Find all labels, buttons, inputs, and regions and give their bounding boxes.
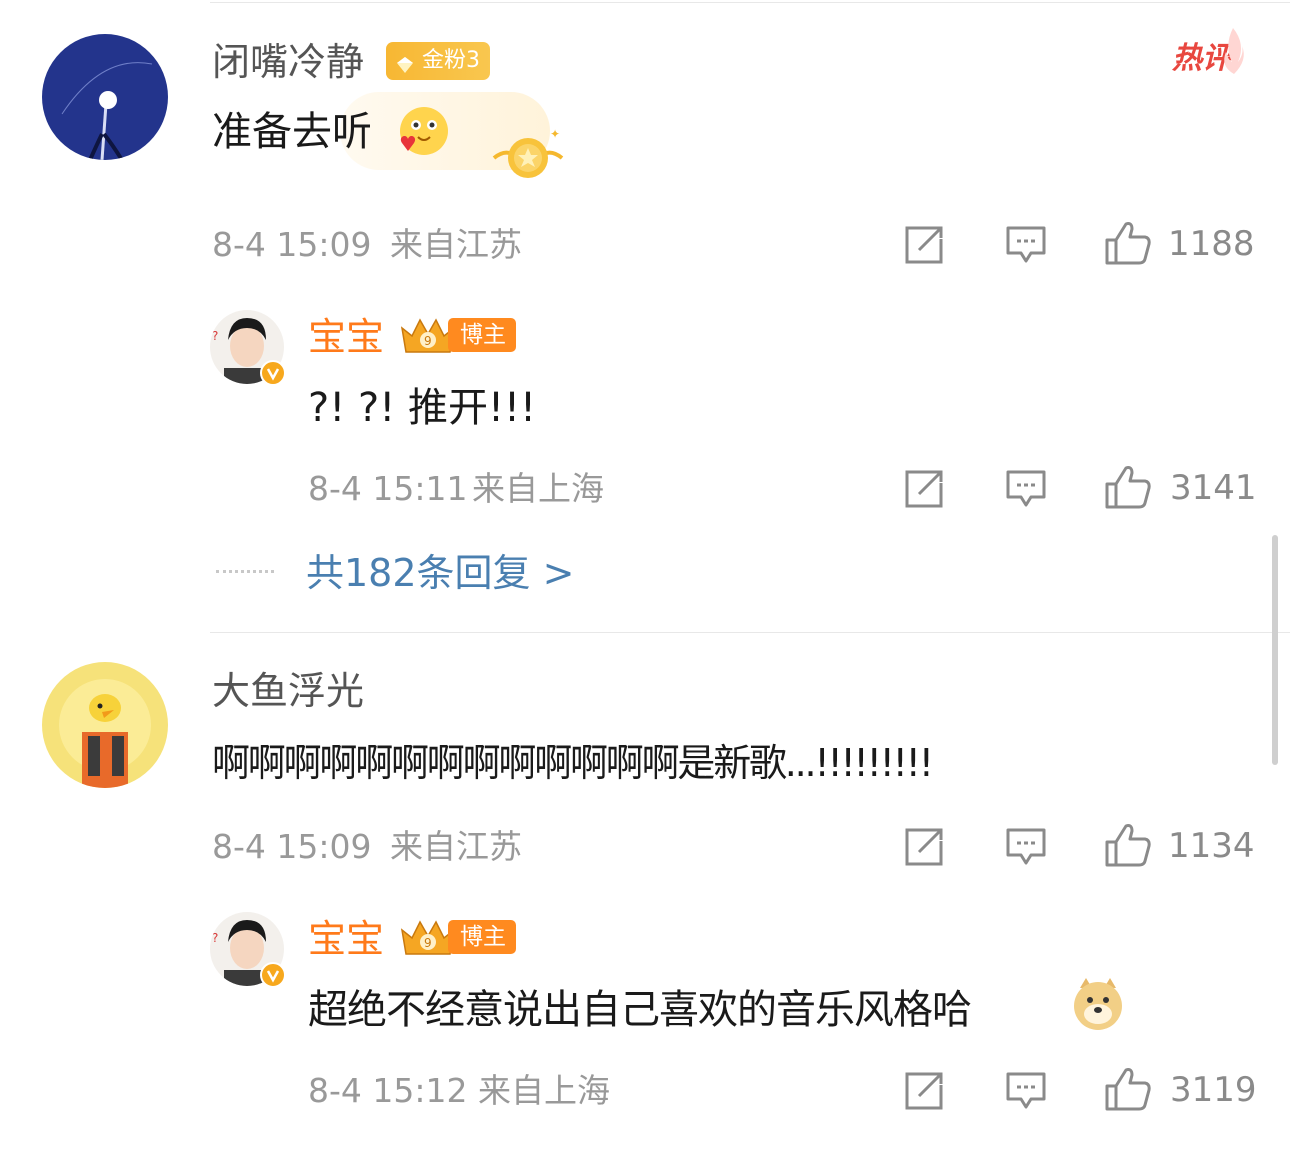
blogger-badge: 博主: [448, 920, 516, 954]
reply-location: 来自上海: [472, 469, 604, 508]
like-icon[interactable]: [1104, 220, 1152, 266]
like-icon[interactable]: [1104, 464, 1152, 510]
comment-text: 啊啊啊啊啊啊啊啊啊啊啊啊啊是新歌...!!!!!!!!!: [212, 741, 934, 785]
reply-location: 来自上海: [478, 1071, 610, 1110]
reply-time: 8-4 15:11: [308, 469, 468, 508]
badge-label: 金粉3: [422, 48, 480, 73]
comment-icon[interactable]: [1005, 827, 1047, 867]
username[interactable]: 闭嘴冷静: [212, 43, 364, 81]
svg-text:9: 9: [424, 936, 432, 950]
repost-icon[interactable]: [903, 225, 945, 265]
repost-icon[interactable]: [903, 469, 945, 509]
comment-location: 来自江苏: [390, 827, 522, 866]
like-count: 3141: [1170, 468, 1257, 508]
diamond-icon: [395, 50, 415, 73]
star-medal-icon: ✦: [492, 128, 564, 178]
comment-icon[interactable]: [1005, 225, 1047, 265]
like-icon[interactable]: [1104, 822, 1152, 868]
username[interactable]: 宝宝: [308, 920, 384, 958]
like-count: 3119: [1170, 1070, 1257, 1110]
comment-icon[interactable]: [1005, 469, 1047, 509]
comment-divider: [210, 632, 1290, 633]
top-divider: [210, 2, 1290, 3]
view-replies-link[interactable]: 共182条回复 >: [306, 554, 574, 592]
flame-icon: [1224, 28, 1244, 74]
verified-icon: [260, 360, 286, 386]
comment-text: 准备去听: [212, 109, 372, 155]
username[interactable]: 大鱼浮光: [212, 672, 364, 710]
like-count: 1134: [1168, 826, 1255, 866]
repost-icon[interactable]: [903, 1071, 945, 1111]
dotted-leader: [216, 570, 274, 573]
username[interactable]: 宝宝: [308, 318, 384, 356]
love-emoji-icon: [400, 107, 448, 155]
scrollbar[interactable]: [1272, 535, 1278, 765]
fan-level-badge[interactable]: 金粉3: [386, 42, 490, 80]
doge-emoji-icon: [1074, 978, 1122, 1030]
repost-icon[interactable]: [903, 827, 945, 867]
like-icon[interactable]: [1104, 1066, 1152, 1112]
svg-text:9: 9: [424, 334, 432, 348]
comment-icon[interactable]: [1005, 1071, 1047, 1111]
svg-text:?: ?: [212, 931, 218, 945]
svg-text:✦: ✦: [550, 128, 560, 141]
comment-time: 8-4 15:09: [212, 827, 372, 866]
svg-text:?: ?: [212, 329, 218, 343]
like-count: 1188: [1168, 224, 1255, 264]
blogger-badge: 博主: [448, 318, 516, 352]
verified-icon: [260, 962, 286, 988]
avatar[interactable]: [42, 34, 168, 160]
comment-location: 来自江苏: [390, 225, 522, 264]
reply-time: 8-4 15:12: [308, 1071, 468, 1110]
avatar[interactable]: [42, 662, 168, 788]
reply-text: ?! ?! 推开!!!: [308, 385, 537, 431]
comment-time: 8-4 15:09: [212, 225, 372, 264]
reply-text: 超绝不经意说出自己喜欢的音乐风格哈: [308, 987, 972, 1033]
